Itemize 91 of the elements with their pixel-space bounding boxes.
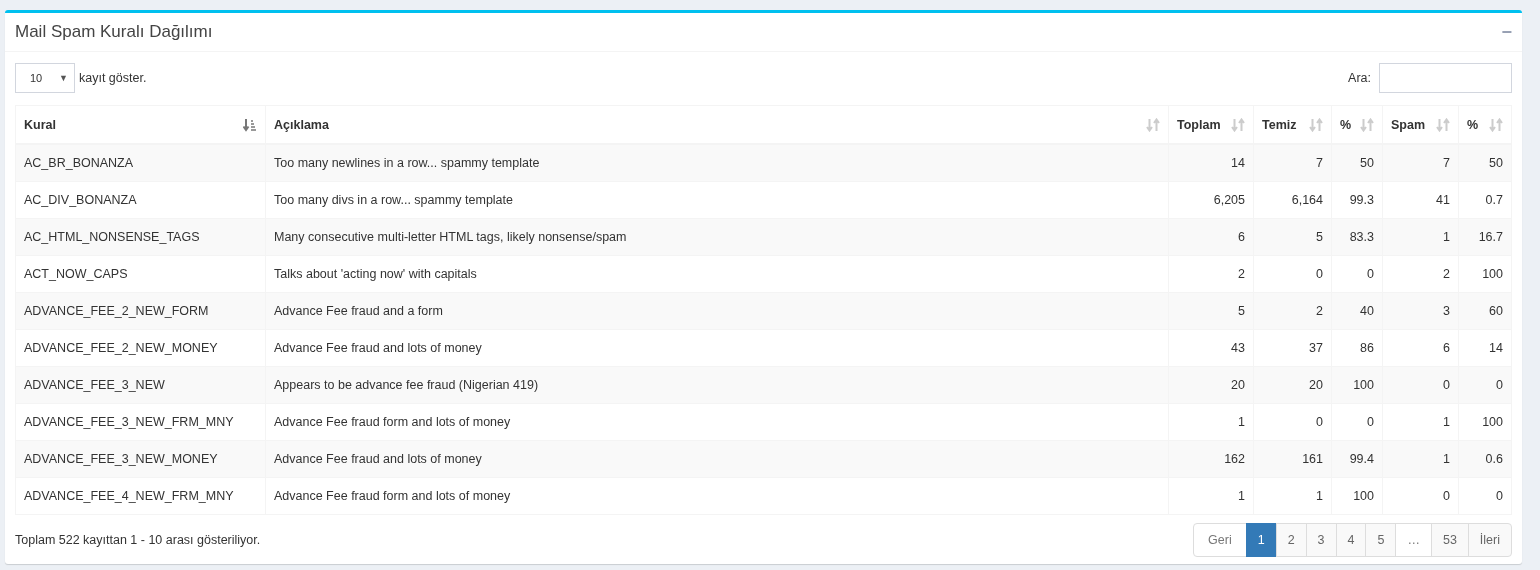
column-label: Temiz: [1262, 117, 1297, 132]
column-label: %: [1467, 117, 1479, 132]
table-cell: Advance Fee fraud and lots of money: [265, 440, 1169, 478]
page-button[interactable]: 53: [1430, 523, 1469, 557]
table-cell: 100: [1458, 403, 1512, 441]
table-cell: 43: [1168, 329, 1254, 367]
table-cell: 60: [1458, 292, 1512, 330]
table-cell: ADVANCE_FEE_4_NEW_FRM_MNY: [15, 477, 266, 515]
table-cell: 0: [1458, 366, 1512, 404]
table-cell: 1: [1253, 477, 1332, 515]
table-cell: 162: [1168, 440, 1254, 478]
table-cell: 0.7: [1458, 181, 1512, 219]
table-cell: AC_DIV_BONANZA: [15, 181, 266, 219]
table-cell: 16.7: [1458, 218, 1512, 256]
table-cell: 20: [1168, 366, 1254, 404]
table-cell: 0: [1331, 403, 1383, 441]
table-cell: Advance Fee fraud and a form: [265, 292, 1169, 330]
table-cell: Advance Fee fraud form and lots of money: [265, 403, 1169, 441]
table-cell: 40: [1331, 292, 1383, 330]
table-cell: Too many divs in a row... spammy template: [265, 181, 1169, 219]
table-cell: Appears to be advance fee fraud (Nigerian 419): [265, 366, 1169, 404]
table-cell: 37: [1253, 329, 1332, 367]
table-cell: 0: [1253, 403, 1332, 441]
column-label: %: [1340, 117, 1352, 132]
table-cell: 99.3: [1331, 181, 1383, 219]
table-cell: 2: [1253, 292, 1332, 330]
table-cell: 50: [1331, 144, 1383, 182]
page-button[interactable]: 5: [1365, 523, 1397, 557]
caret-icon: ▼: [59, 72, 68, 83]
table-cell: 7: [1382, 144, 1459, 182]
table-cell: 1: [1382, 440, 1459, 478]
table-cell: 100: [1458, 255, 1512, 293]
search-label: Ara:: [1348, 70, 1371, 85]
table-cell: AC_BR_BONANZA: [15, 144, 266, 182]
table-cell: 1: [1382, 403, 1459, 441]
table-cell: ADVANCE_FEE_3_NEW_FRM_MNY: [15, 403, 266, 441]
table-cell: 6,164: [1253, 181, 1332, 219]
table-cell: AC_HTML_NONSENSE_TAGS: [15, 218, 266, 256]
table-cell: 6,205: [1168, 181, 1254, 219]
table-cell: 0: [1382, 477, 1459, 515]
table-cell: ADVANCE_FEE_2_NEW_FORM: [15, 292, 266, 330]
page-button[interactable]: 1: [1245, 523, 1277, 557]
table-cell: 0: [1458, 477, 1512, 515]
table-cell: ACT_NOW_CAPS: [15, 255, 266, 293]
table-cell: 100: [1331, 477, 1383, 515]
table-cell: 50: [1458, 144, 1512, 182]
table-cell: 0: [1331, 255, 1383, 293]
page-length-select[interactable]: 10 ▼: [15, 62, 75, 93]
table-cell: 14: [1458, 329, 1512, 367]
table-cell: Many consecutive multi-letter HTML tags, likely nonsense/spam: [265, 218, 1169, 256]
table-cell: 1: [1168, 403, 1254, 441]
table-cell: 20: [1253, 366, 1332, 404]
table-cell: Advance Fee fraud and lots of money: [265, 329, 1169, 367]
search-field[interactable]: [1379, 62, 1512, 93]
table-cell: Too many newlines in a row... spammy template: [265, 144, 1169, 182]
table-cell: ADVANCE_FEE_2_NEW_MONEY: [15, 329, 266, 367]
table-cell: 3: [1382, 292, 1459, 330]
panel-title: Mail Spam Kuralı Dağılımı: [15, 22, 213, 42]
table-cell: ADVANCE_FEE_3_NEW: [15, 366, 266, 404]
table-cell: 161: [1253, 440, 1332, 478]
page-length-label: kayıt göster.: [79, 70, 147, 85]
table-cell: 5: [1168, 292, 1254, 330]
table-cell: 2: [1168, 255, 1254, 293]
column-label: Açıklama: [274, 117, 329, 132]
table-cell: 0: [1382, 366, 1459, 404]
table-cell: 6: [1382, 329, 1459, 367]
table-cell: 0: [1253, 255, 1332, 293]
column-label: Toplam: [1177, 117, 1221, 132]
table-cell: 100: [1331, 366, 1383, 404]
table-cell: Talks about 'acting now' with capitals: [265, 255, 1169, 293]
table-cell: 1: [1168, 477, 1254, 515]
table-cell: 2: [1382, 255, 1459, 293]
table-cell: 6: [1168, 218, 1254, 256]
page-button[interactable]: 3: [1305, 523, 1337, 557]
table-cell: 83.3: [1331, 218, 1383, 256]
table-cell: ADVANCE_FEE_3_NEW_MONEY: [15, 440, 266, 478]
table-cell: 5: [1253, 218, 1332, 256]
table-cell: 7: [1253, 144, 1332, 182]
table-cell: 99.4: [1331, 440, 1383, 478]
table-info: Toplam 522 kayıttan 1 - 10 arası gösteriliyor.: [15, 533, 261, 547]
column-label: Kural: [24, 117, 56, 132]
table-cell: 1: [1382, 218, 1459, 256]
sort-icon[interactable]: [243, 117, 257, 132]
table-cell: 41: [1382, 181, 1459, 219]
page-button[interactable]: İleri: [1467, 523, 1512, 557]
table-cell: Advance Fee fraud form and lots of money: [265, 477, 1169, 515]
table-cell: 86: [1331, 329, 1383, 367]
table-cell: 14: [1168, 144, 1254, 182]
column-label: Spam: [1391, 117, 1426, 132]
table-cell: 0.6: [1458, 440, 1512, 478]
page-button[interactable]: 2: [1275, 523, 1307, 557]
